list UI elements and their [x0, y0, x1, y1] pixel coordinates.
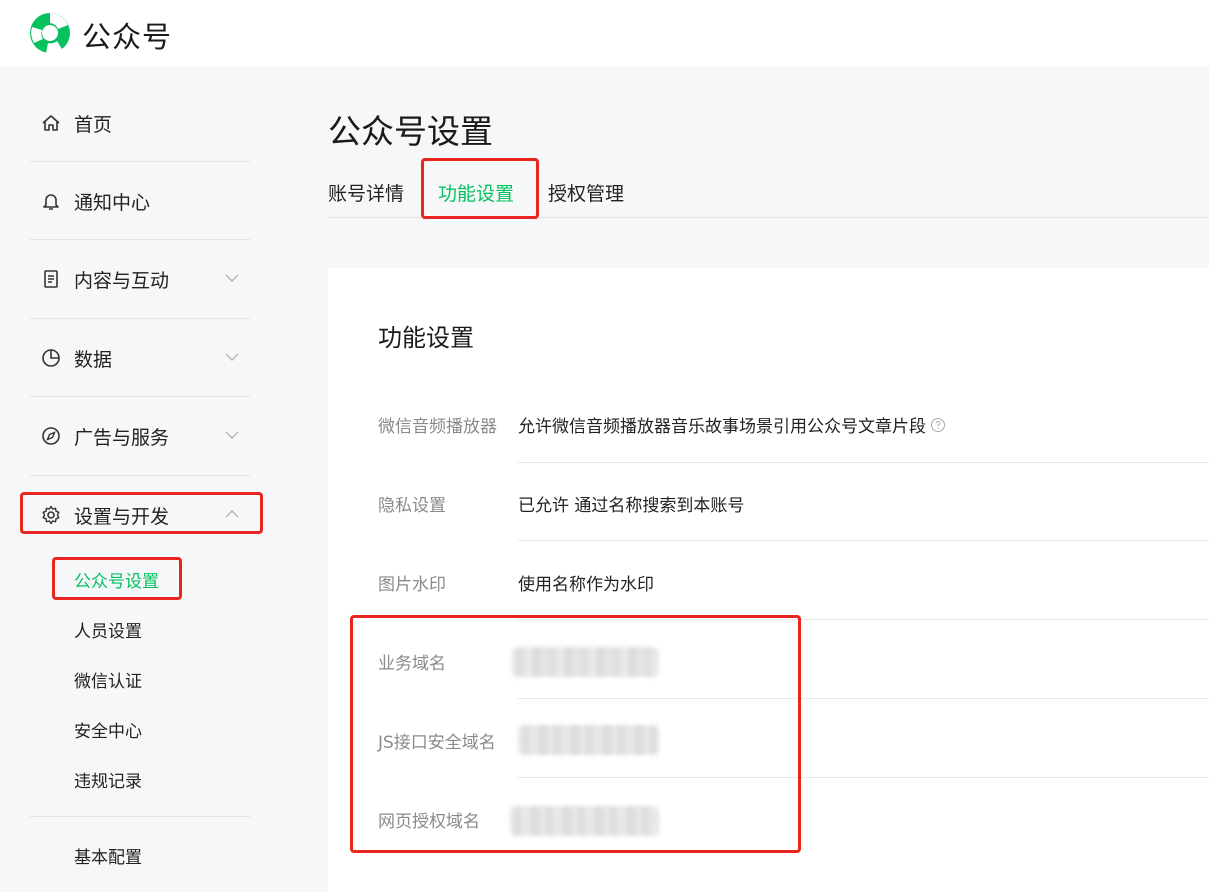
page-title: 公众号设置 — [328, 112, 493, 151]
sidebar-item-data[interactable]: 数据 — [30, 319, 250, 397]
compass-icon — [40, 425, 62, 447]
pie-chart-icon — [40, 347, 62, 369]
row-divider — [518, 698, 1209, 699]
setting-value-text: 允许微信音频播放器音乐故事场景引用公众号文章片段 — [518, 417, 926, 437]
tab-account-details[interactable]: 账号详情 — [328, 179, 404, 206]
sidebar-subitem-wechat-verification[interactable]: 微信认证 — [74, 667, 142, 692]
setting-label: 微信音频播放器 — [378, 417, 497, 437]
question-circle-icon[interactable] — [930, 417, 946, 433]
tab-feature-settings[interactable]: 功能设置 — [438, 179, 514, 206]
chevron-up-icon[interactable] — [224, 506, 240, 522]
sidebar-item-content[interactable]: 内容与互动 — [30, 240, 250, 318]
sidebar-item-label: 通知中心 — [74, 191, 151, 214]
document-icon — [40, 268, 62, 290]
top-bar: 公众号 — [0, 0, 1209, 67]
sidebar-item-notifications[interactable]: 通知中心 — [30, 162, 250, 240]
sidebar-subitem-account-settings[interactable]: 公众号设置 — [74, 567, 159, 592]
tabs-divider — [328, 217, 1209, 218]
row-divider — [518, 462, 1209, 463]
setting-label: JS接口安全域名 — [378, 733, 496, 753]
blurred-value — [510, 806, 659, 836]
bell-icon — [40, 190, 62, 212]
sidebar-item-ads[interactable]: 广告与服务 — [30, 397, 250, 475]
sidebar-subitem-violation-records[interactable]: 违规记录 — [74, 767, 142, 792]
brand-name: 公众号 — [82, 20, 173, 54]
tab-authorization-management[interactable]: 授权管理 — [548, 179, 624, 206]
sidebar: 首页 通知中心 内容与互动 数据 广告与服务 设置与开发 公众号设置 人员设置 … — [0, 67, 280, 892]
setting-label: 业务域名 — [378, 654, 446, 674]
sidebar-item-label: 首页 — [74, 113, 113, 136]
chevron-down-icon[interactable] — [224, 427, 240, 443]
setting-label: 隐私设置 — [378, 496, 446, 516]
sidebar-item-label: 内容与互动 — [74, 269, 170, 292]
main-content: 公众号设置 账号详情 功能设置 授权管理 功能设置 微信音频播放器 允许微信音频… — [328, 67, 1209, 892]
sidebar-item-label: 广告与服务 — [74, 426, 170, 449]
sidebar-subitem-staff-settings[interactable]: 人员设置 — [74, 617, 142, 642]
sidebar-item-home[interactable]: 首页 — [30, 84, 250, 162]
card-title: 功能设置 — [378, 324, 474, 352]
sidebar-item-label: 设置与开发 — [74, 505, 170, 528]
sidebar-item-label: 数据 — [74, 348, 113, 371]
blurred-value — [512, 647, 659, 677]
settings-card: 功能设置 微信音频播放器 允许微信音频播放器音乐故事场景引用公众号文章片段 隐私… — [328, 268, 1209, 892]
row-divider — [518, 540, 1209, 541]
chevron-down-icon[interactable] — [224, 349, 240, 365]
sidebar-item-settings-dev[interactable]: 设置与开发 — [30, 476, 250, 554]
setting-value: 使用名称作为水印 — [518, 570, 654, 595]
setting-value: 已允许 通过名称搜索到本账号 — [518, 491, 744, 516]
sidebar-divider — [30, 816, 250, 817]
setting-value-text: 已允许 通过名称搜索到本账号 — [518, 496, 745, 516]
setting-label: 网页授权域名 — [378, 812, 480, 832]
sidebar-subitem-security-center[interactable]: 安全中心 — [74, 717, 142, 742]
gear-icon — [40, 504, 62, 526]
wechat-official-account-logo-icon[interactable] — [28, 11, 72, 55]
row-divider — [518, 619, 1209, 620]
row-divider — [518, 777, 1209, 778]
setting-value-text: 使用名称作为水印 — [518, 575, 654, 595]
setting-value: 允许微信音频播放器音乐故事场景引用公众号文章片段 — [518, 412, 946, 437]
sidebar-subitem-basic-config[interactable]: 基本配置 — [74, 843, 142, 868]
chevron-down-icon[interactable] — [224, 270, 240, 286]
setting-label: 图片水印 — [378, 575, 446, 595]
blurred-value — [518, 725, 659, 755]
home-icon — [40, 112, 62, 134]
